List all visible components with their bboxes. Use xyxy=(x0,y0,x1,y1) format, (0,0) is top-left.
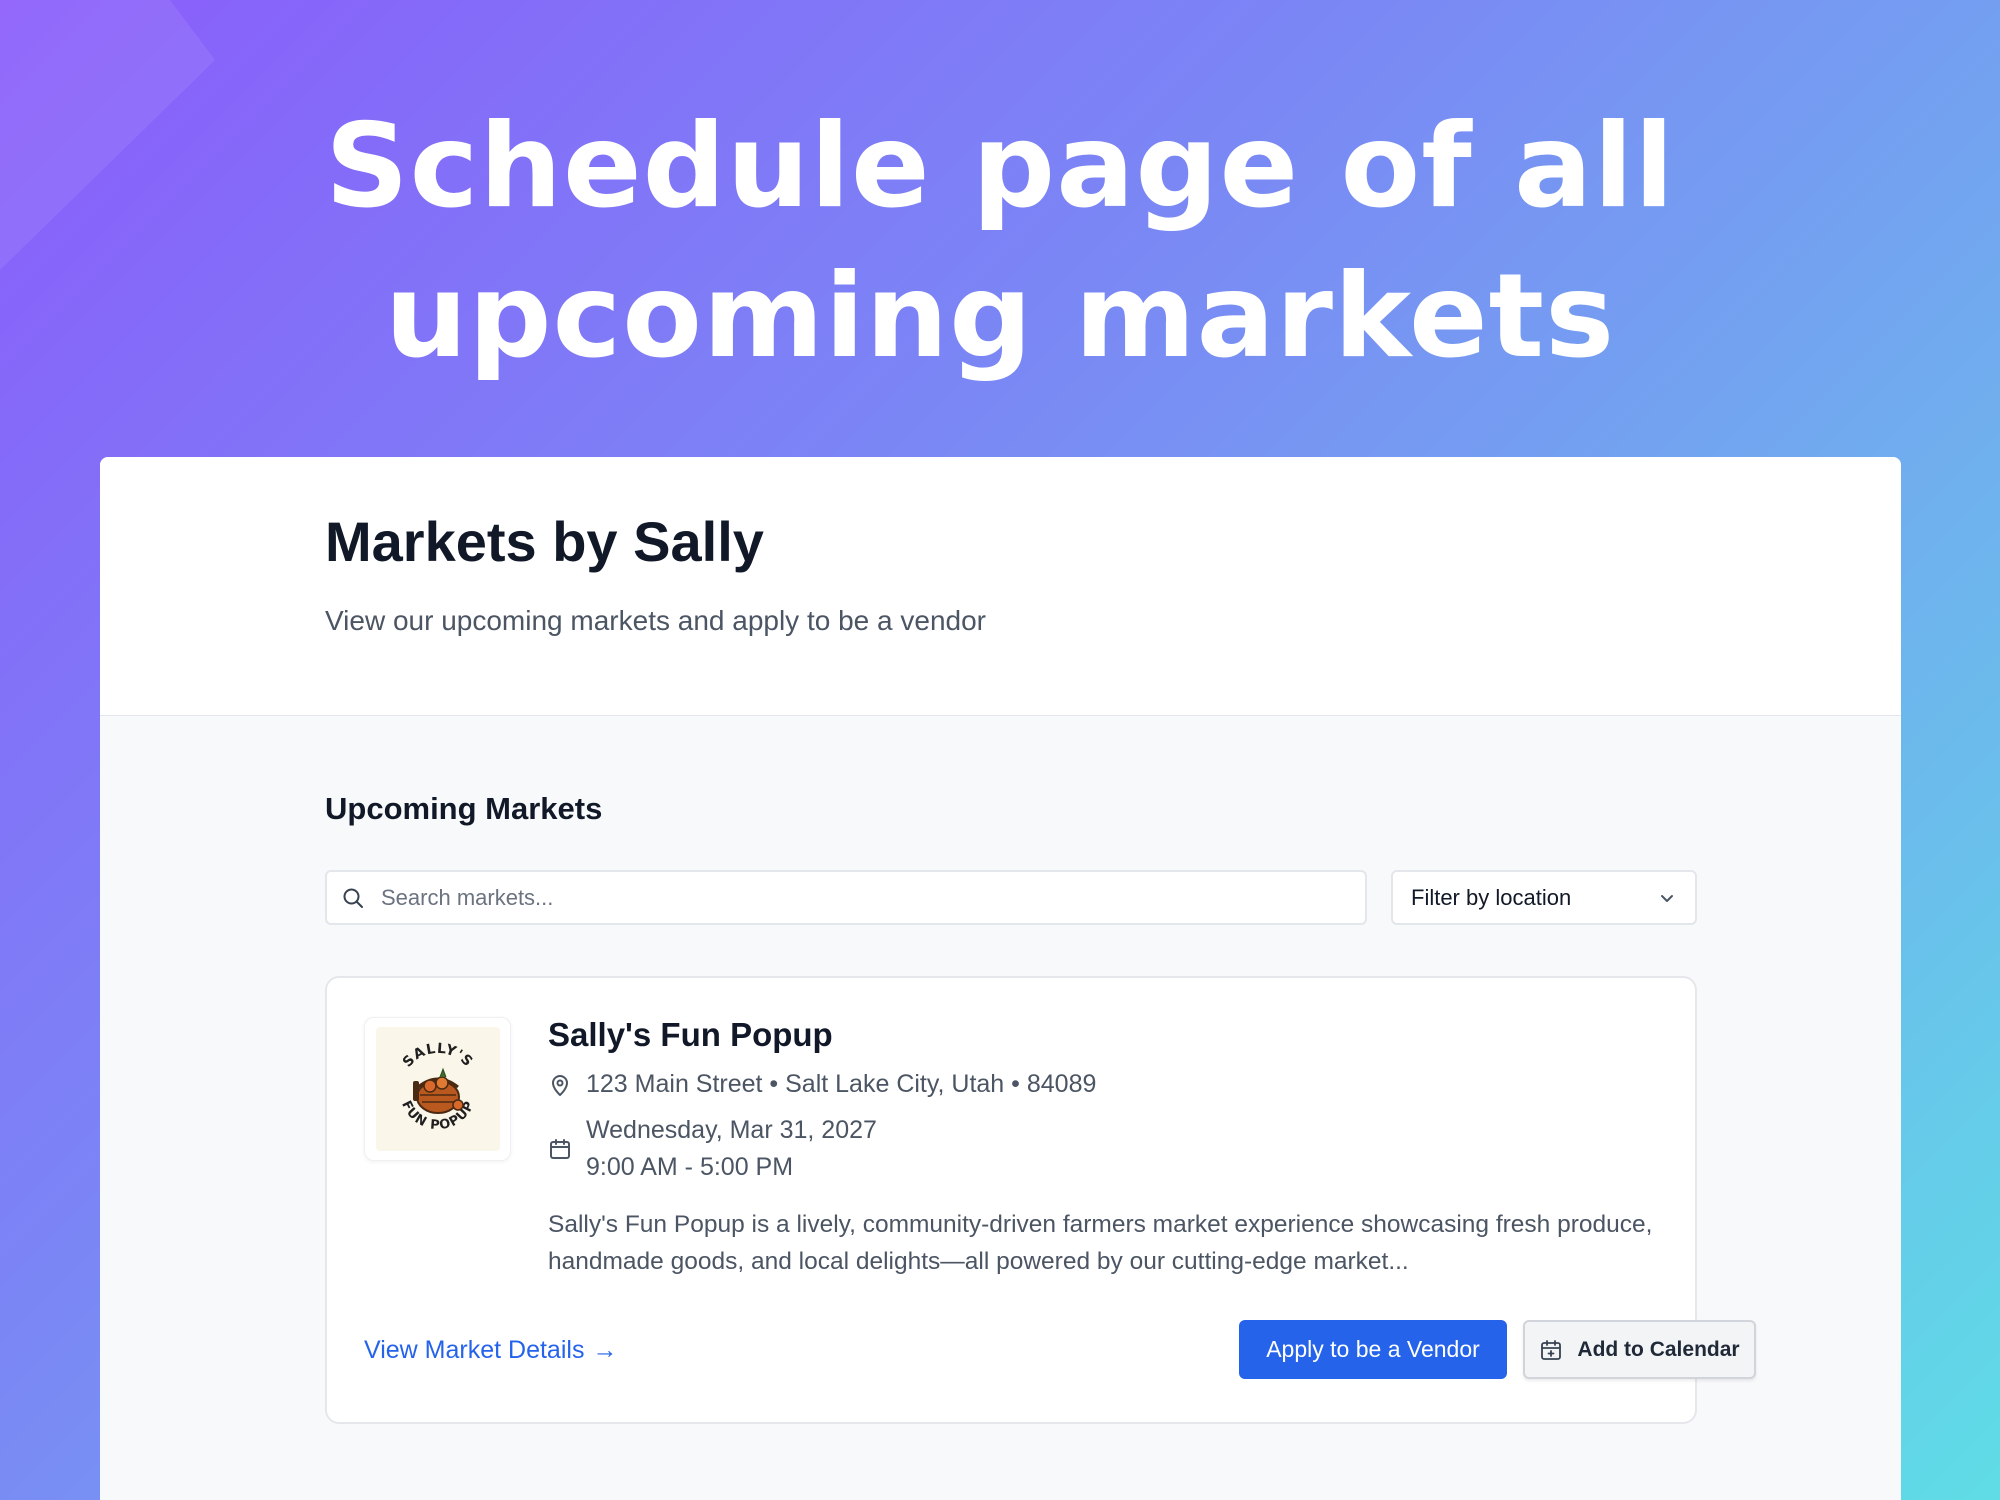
location-filter-value: Filter by location xyxy=(1411,884,1572,910)
apply-vendor-button[interactable]: Apply to be a Vendor xyxy=(1239,1320,1507,1379)
chevron-down-icon xyxy=(1661,894,1673,902)
section-title: Upcoming Markets xyxy=(325,791,603,826)
market-time: 9:00 AM - 5:00 PM xyxy=(586,1153,794,1181)
page-header: Markets by Sally View our upcoming marke… xyxy=(100,457,1901,716)
hero-title-line-2: upcoming markets xyxy=(384,249,1616,384)
view-market-details-label: View Market Details xyxy=(364,1336,585,1364)
view-market-details-link[interactable]: View Market Details → xyxy=(364,1336,617,1365)
location-filter-select[interactable]: Filter by location xyxy=(1391,870,1697,925)
search-box[interactable] xyxy=(325,870,1367,925)
add-to-calendar-label: Add to Calendar xyxy=(1577,1337,1740,1361)
logo-text-top: SALLY'S xyxy=(399,1041,474,1071)
page-title: Markets by Sally xyxy=(325,510,764,573)
map-pin-icon xyxy=(552,1074,568,1096)
market-address-row: 123 Main Street • Salt Lake City, Utah •… xyxy=(548,1070,1096,1099)
market-logo: SALLY'S FUN POPUP xyxy=(364,1017,511,1161)
arrow-right-icon: → xyxy=(592,1336,618,1364)
market-date-row: Wednesday, Mar 31, 2027 9:00 AM - 5:00 P… xyxy=(548,1112,877,1186)
calendar-icon xyxy=(550,1139,570,1159)
app-panel: Markets by Sally View our upcoming marke… xyxy=(100,457,1901,1500)
market-name: Sally's Fun Popup xyxy=(548,1016,833,1053)
calendar-plus-icon xyxy=(1541,1339,1562,1360)
market-description: Sally's Fun Popup is a lively, community… xyxy=(548,1211,1653,1275)
market-date: Wednesday, Mar 31, 2027 xyxy=(586,1116,877,1144)
search-input[interactable] xyxy=(381,884,1341,911)
market-address: 123 Main Street • Salt Lake City, Utah •… xyxy=(586,1070,1097,1098)
search-icon xyxy=(343,888,363,908)
add-to-calendar-button[interactable]: Add to Calendar xyxy=(1523,1320,1756,1379)
hero-title: Schedule page of all upcoming markets xyxy=(0,92,2000,392)
market-card: SALLY'S FUN POPUP Sally's Fun Popup 123 … xyxy=(325,976,1756,1424)
market-logo-image: SALLY'S FUN POPUP xyxy=(398,1041,477,1133)
hero-title-line-1: Schedule page of all xyxy=(325,99,1675,234)
page-subtitle: View our upcoming markets and apply to b… xyxy=(325,605,986,636)
svg-text:SALLY'S: SALLY'S xyxy=(399,1041,475,1071)
